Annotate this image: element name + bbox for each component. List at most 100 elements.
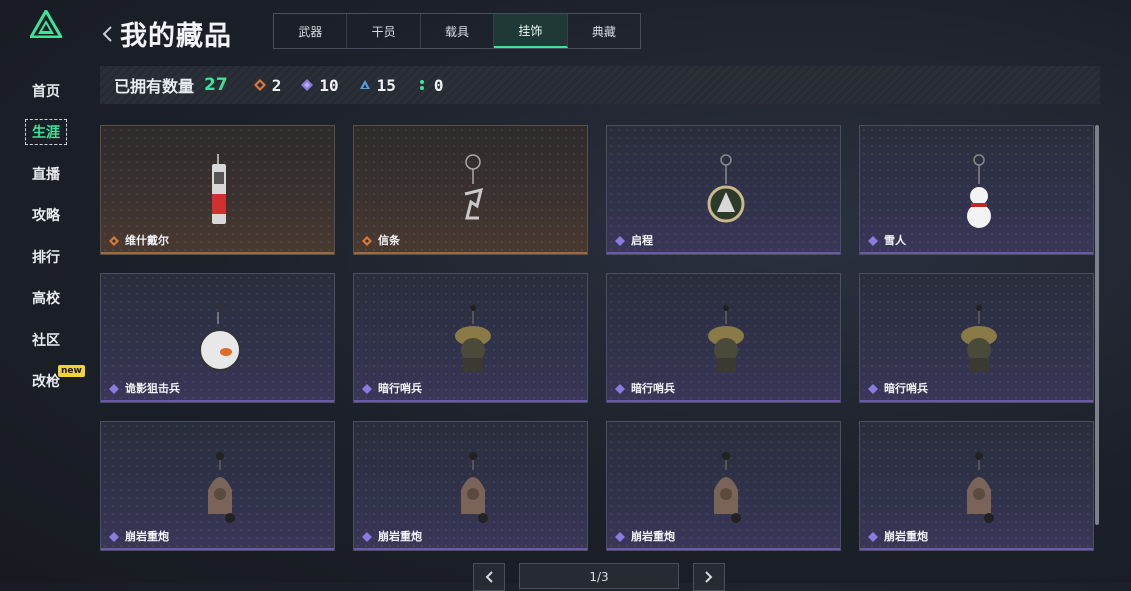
- purple-diamond-icon: [301, 79, 314, 91]
- charm-keychain-icon: [961, 305, 997, 372]
- stat-value: 2: [271, 75, 282, 95]
- green-dots-icon: [419, 80, 424, 90]
- rarity-bar: [860, 252, 1093, 254]
- charm-name: 暗行哨兵: [631, 382, 675, 395]
- purple-diamond-icon: [109, 532, 119, 542]
- sidebar-item-label: 攻略: [32, 208, 60, 225]
- charm-keychain-icon: [461, 452, 488, 523]
- charm-card[interactable]: 崩岩重炮: [100, 421, 335, 551]
- sidebar-item-label: 首页: [32, 83, 60, 100]
- tab-vehicles[interactable]: 载具: [421, 14, 495, 48]
- charm-keychain-icon: [464, 154, 484, 220]
- rarity-bar: [607, 400, 840, 402]
- sidebar-item-label: 生涯: [25, 119, 67, 146]
- charm-card[interactable]: 启程: [606, 125, 841, 255]
- rarity-bar: [607, 252, 840, 254]
- chevron-right-icon: [705, 571, 713, 583]
- prev-page-button[interactable]: [473, 563, 505, 591]
- rarity-bar: [607, 548, 840, 550]
- blue-triangle-icon: [359, 80, 370, 89]
- charm-name: 诡影狙击兵: [125, 382, 180, 395]
- rarity-bar: [101, 252, 334, 254]
- sidebar-item-career[interactable]: 生涯: [0, 112, 92, 154]
- stat-value: 15: [376, 75, 396, 95]
- sidebar-nav: 首页 生涯 直播 攻略 排行 高校 社区 改枪 new: [0, 70, 92, 402]
- chevron-left-icon: [485, 571, 493, 583]
- charm-keychain-icon: [714, 452, 741, 523]
- charm-keychain-icon: [708, 305, 744, 372]
- orange-diamond-icon: [109, 236, 119, 246]
- charm-name: 信条: [378, 234, 400, 247]
- purple-diamond-icon: [615, 532, 625, 542]
- charm-keychain-icon: [967, 154, 991, 228]
- rarity-bar: [101, 548, 334, 550]
- rarity-bar: [354, 548, 587, 550]
- charm-card[interactable]: 崩岩重炮: [606, 421, 841, 551]
- charm-card[interactable]: 维什戴尔: [100, 125, 335, 255]
- charm-name: 启程: [631, 234, 653, 247]
- sidebar-item-label: 高校: [32, 291, 60, 308]
- charm-card[interactable]: 雪人: [859, 125, 1094, 255]
- rarity-bar: [860, 548, 1093, 550]
- sidebar-item-ranking[interactable]: 排行: [0, 236, 92, 278]
- charm-keychain-icon: [199, 302, 241, 371]
- charm-card[interactable]: 崩岩重炮: [859, 421, 1094, 551]
- charm-keychain-icon: [707, 154, 745, 223]
- rarity-bar: [354, 252, 587, 254]
- charm-keychain-icon: [212, 154, 226, 224]
- rarity-bar: [101, 400, 334, 402]
- sidebar-item-live[interactable]: 直播: [0, 153, 92, 195]
- charm-grid: 维什戴尔 信条 启程 雪人 诡影狙击兵 暗行哨兵 暗行哨兵 暗行哨兵 崩岩重炮 …: [100, 125, 1094, 551]
- charm-name: 暗行哨兵: [378, 382, 422, 395]
- charm-keychain-icon: [455, 305, 491, 372]
- new-badge: new: [58, 364, 85, 377]
- stat-blue: 15: [359, 76, 396, 95]
- back-chevron-icon[interactable]: [100, 24, 114, 44]
- logo-icon[interactable]: [30, 10, 62, 38]
- purple-diamond-icon: [615, 384, 625, 394]
- charm-name: 维什戴尔: [125, 234, 169, 247]
- page-indicator: 1/3: [519, 563, 679, 589]
- sidebar-item-home[interactable]: 首页: [0, 70, 92, 112]
- owned-total: 27: [204, 75, 228, 95]
- sidebar-item-label: 排行: [32, 249, 60, 266]
- tab-collection[interactable]: 典藏: [568, 14, 640, 48]
- charm-name: 崩岩重炮: [378, 530, 422, 543]
- charm-card[interactable]: 暗行哨兵: [353, 273, 588, 403]
- stat-orange: 2: [253, 75, 282, 95]
- orange-diamond-icon: [362, 236, 372, 246]
- scrollbar[interactable]: [1095, 125, 1099, 525]
- stat-purple: 10: [301, 76, 339, 95]
- charm-card[interactable]: 崩岩重炮: [353, 421, 588, 551]
- rarity-bar: [354, 400, 587, 402]
- sidebar-item-label: 改枪: [32, 374, 60, 391]
- charm-keychain-icon: [208, 452, 235, 523]
- pagination: 1/3: [473, 563, 725, 591]
- charm-card[interactable]: 信条: [353, 125, 588, 255]
- owned-label: 已拥有数量: [114, 77, 195, 96]
- charm-card[interactable]: 诡影狙击兵: [100, 273, 335, 403]
- sidebar-item-gunsmith[interactable]: 改枪 new: [0, 361, 92, 403]
- sidebar-item-college[interactable]: 高校: [0, 278, 92, 320]
- purple-diamond-icon: [362, 384, 372, 394]
- tab-charms[interactable]: 挂饰: [494, 14, 568, 48]
- charm-name: 崩岩重炮: [125, 530, 169, 543]
- purple-diamond-icon: [868, 532, 878, 542]
- sidebar-item-community[interactable]: 社区: [0, 319, 92, 361]
- charm-keychain-icon: [967, 452, 994, 523]
- sidebar: 首页 生涯 直播 攻略 排行 高校 社区 改枪 new: [0, 0, 92, 583]
- charm-name: 崩岩重炮: [631, 530, 675, 543]
- sidebar-item-guide[interactable]: 攻略: [0, 195, 92, 237]
- next-page-button[interactable]: [693, 563, 725, 591]
- charm-name: 崩岩重炮: [884, 530, 928, 543]
- purple-diamond-icon: [615, 236, 625, 246]
- orange-diamond-icon: [253, 79, 266, 91]
- page-title: 我的藏品: [120, 21, 232, 52]
- sidebar-item-label: 直播: [32, 166, 60, 183]
- tab-operators[interactable]: 干员: [347, 14, 421, 48]
- stat-green: 0: [416, 76, 444, 95]
- charm-card[interactable]: 暗行哨兵: [859, 273, 1094, 403]
- tab-weapons[interactable]: 武器: [274, 14, 348, 48]
- charm-card[interactable]: 暗行哨兵: [606, 273, 841, 403]
- ownership-stats-bar: 已拥有数量 27 2 10 15 0: [100, 66, 1100, 104]
